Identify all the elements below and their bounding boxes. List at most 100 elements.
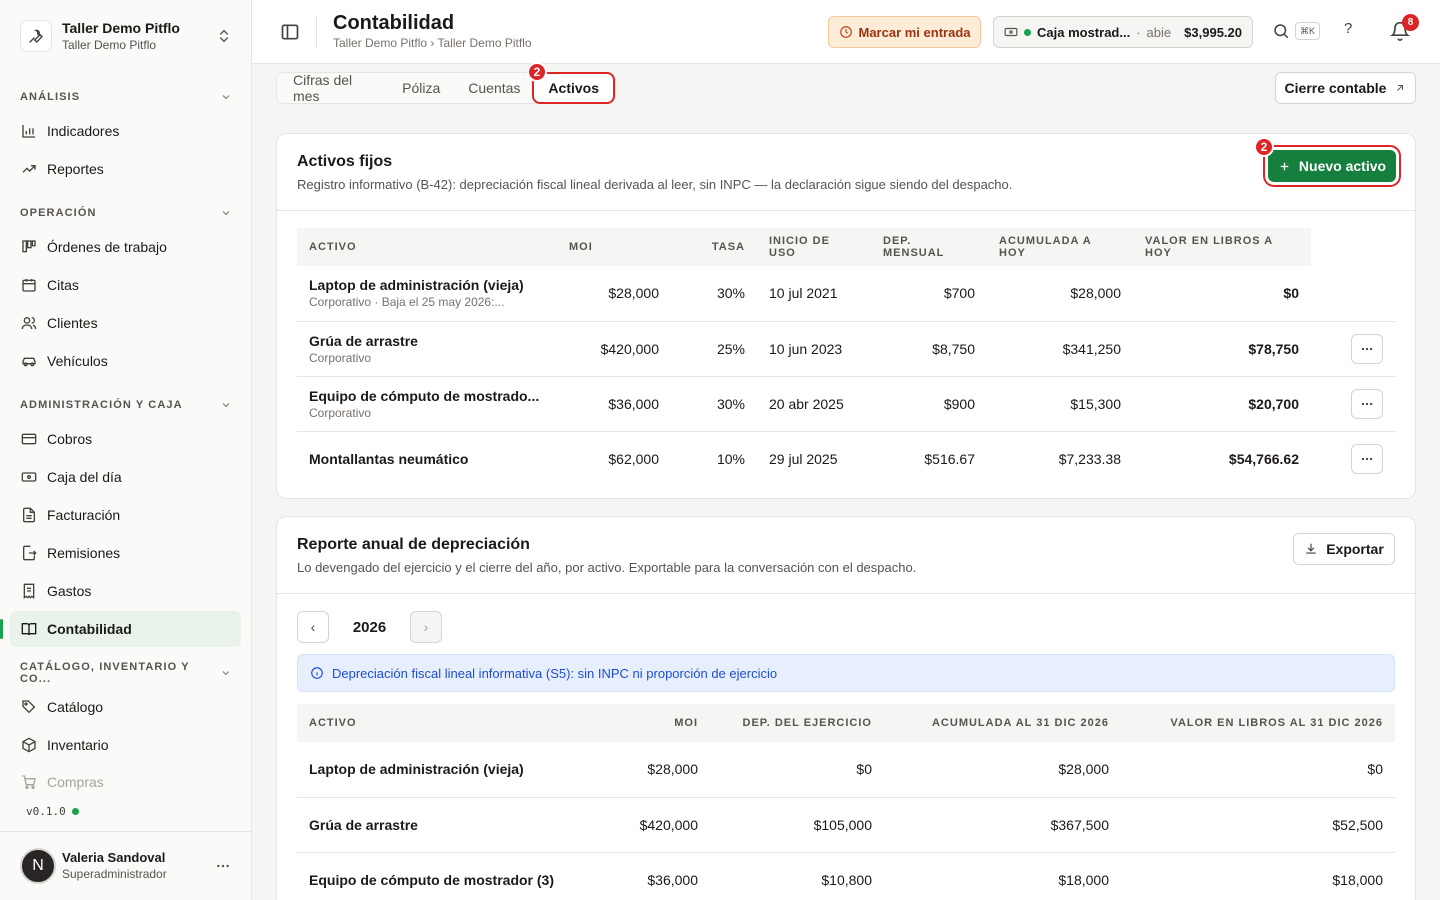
sidebar-item-gastos[interactable]: Gastos <box>10 573 241 609</box>
year-navigator: ‹ 2026 › <box>297 611 442 643</box>
notification-badge: 8 <box>1402 14 1419 31</box>
section-administracion[interactable]: ADMINISTRACIÓN Y CAJA <box>20 397 232 413</box>
page-title: Contabilidad <box>333 12 455 34</box>
sidebar-item-inventario[interactable]: Inventario <box>10 727 241 763</box>
row-actions-button[interactable] <box>1351 443 1383 474</box>
sidebar-item-indicadores[interactable]: Indicadores <box>10 113 241 149</box>
sidebar-item-caja[interactable]: Caja del día <box>10 459 241 495</box>
banknote-icon <box>20 469 37 486</box>
tag-icon <box>20 699 37 716</box>
arrow-up-right-icon <box>1397 85 1404 91</box>
table-row[interactable]: Montallantas neumático $62,000 10% 29 ju… <box>297 431 1395 486</box>
status-dot <box>1024 28 1031 36</box>
status-dot <box>71 808 79 815</box>
workspace-sub: Taller Demo Pitflo <box>62 37 157 52</box>
user-menu[interactable]: N Valeria Sandoval Superadministrador <box>0 831 251 900</box>
avatar: N <box>20 848 56 884</box>
activos-fijos-card: Activos fijos Registro informativo (B-42… <box>276 133 1416 499</box>
sidebar: Taller Demo Pitflo Taller Demo Pitflo AN… <box>0 0 252 900</box>
help-icon[interactable]: ? <box>1344 20 1352 37</box>
chevron-down-icon <box>222 95 230 100</box>
sidebar-item-cobros[interactable]: Cobros <box>10 421 241 457</box>
workspace-switcher[interactable]: Taller Demo Pitflo Taller Demo Pitflo <box>10 10 242 62</box>
tab-activos[interactable]: Activos <box>532 72 615 104</box>
more-horizontal-icon <box>1361 347 1373 350</box>
sidebar-item-contabilidad[interactable]: Contabilidad <box>0 611 241 647</box>
chevron-down-icon <box>222 211 230 216</box>
table-row: Equipo de cómputo de mostrador (3) $36,0… <box>297 852 1395 900</box>
nuevo-activo-button[interactable]: Nuevo activo <box>1263 145 1401 187</box>
breadcrumb: Taller Demo Pitflo › Taller Demo Pitflo <box>333 36 532 50</box>
tab-cifras[interactable]: Cifras del mes <box>279 72 388 104</box>
sidebar-item-ordenes[interactable]: Órdenes de trabajo <box>10 229 241 265</box>
tab-bar: Cifras del mes Póliza Cuentas Activos <box>276 72 616 104</box>
header-divider <box>316 16 317 48</box>
top-header: Contabilidad Taller Demo Pitflo › Taller… <box>252 0 1440 64</box>
chevron-down-icon <box>222 671 230 676</box>
sidebar-item-citas[interactable]: Citas <box>10 267 241 303</box>
tab-poliza[interactable]: Póliza <box>388 74 454 102</box>
info-icon <box>311 667 323 679</box>
step-badge: 2 <box>1254 137 1274 157</box>
user-name: Valeria Sandoval <box>62 849 166 865</box>
table-header: ACTIVO MOI TASA INICIO DE USO DEP. MENSU… <box>297 228 1395 266</box>
more-horizontal-icon[interactable] <box>215 858 231 874</box>
table-row[interactable]: Equipo de cómputo de mostrado... Corporat… <box>297 376 1395 432</box>
chevrons-up-down-icon <box>220 29 228 43</box>
clock-icon <box>839 26 852 38</box>
car-icon <box>20 353 37 370</box>
credit-card-icon <box>20 431 37 448</box>
receipt-icon <box>20 583 37 600</box>
year-label: 2026 <box>352 618 387 636</box>
sidebar-item-compras[interactable]: Compras <box>10 765 241 799</box>
table-header: ACTIVO MOI DEP. DEL EJERCICIO ACUMULADA … <box>297 704 1395 742</box>
table-row[interactable]: Laptop de administración (vieja) Corporat… <box>297 266 1395 322</box>
clock-in-button[interactable]: Marcar mi entrada <box>828 16 981 48</box>
sidebar-item-reportes[interactable]: Reportes <box>10 151 241 187</box>
card-title: Activos fijos <box>297 153 393 170</box>
sidebar-item-remisiones[interactable]: Remisiones <box>10 535 241 571</box>
sidebar-item-vehiculos[interactable]: Vehículos <box>10 343 241 379</box>
download-icon <box>1306 543 1316 554</box>
card-title: Reporte anual de depreciación <box>297 536 530 553</box>
divider <box>277 210 1415 211</box>
row-actions-button[interactable] <box>1351 388 1383 419</box>
sidebar-item-facturacion[interactable]: Facturación <box>10 497 241 533</box>
table-row[interactable]: Grúa de arrastre Corporativo $420,000 25%… <box>297 321 1395 377</box>
card-description: Registro informativo (B-42): depreciació… <box>297 177 1013 192</box>
info-banner: Depreciación fiscal lineal informativa (… <box>297 654 1395 692</box>
more-horizontal-icon <box>1361 457 1373 460</box>
table-row: Laptop de administración (vieja) $28,000… <box>297 742 1395 798</box>
reporte-table: ACTIVO MOI DEP. DEL EJERCICIO ACUMULADA … <box>297 704 1395 900</box>
table-row: Grúa de arrastre $420,000 $105,000 $367,… <box>297 797 1395 853</box>
section-analisis[interactable]: ANÁLISIS <box>20 89 232 105</box>
file-export-icon <box>20 545 37 562</box>
tab-cuentas[interactable]: Cuentas <box>454 74 534 102</box>
activos-table: ACTIVO MOI TASA INICIO DE USO DEP. MENSU… <box>297 228 1395 486</box>
search-shortcut: ⌘K <box>1295 22 1320 40</box>
calendar-icon <box>20 277 37 294</box>
sidebar-item-clientes[interactable]: Clientes <box>10 305 241 341</box>
trending-up-icon <box>20 161 37 178</box>
sidebar-toggle-icon[interactable] <box>280 22 300 42</box>
cierre-contable-button[interactable]: Cierre contable <box>1275 72 1416 104</box>
step-badge: 2 <box>527 62 547 82</box>
cart-icon <box>20 774 37 791</box>
exportar-button[interactable]: Exportar <box>1293 533 1395 565</box>
section-operacion[interactable]: OPERACIÓN <box>20 205 232 221</box>
book-icon <box>20 621 37 638</box>
divider <box>277 593 1415 594</box>
cash-register-selector[interactable]: Caja mostrad... · abie $3,995.20 <box>993 16 1253 48</box>
next-year-button[interactable]: › <box>410 611 442 643</box>
search-icon[interactable] <box>1272 22 1290 40</box>
prev-year-button[interactable]: ‹ <box>297 611 329 643</box>
reporte-anual-card: Reporte anual de depreciación Lo devenga… <box>276 516 1416 900</box>
sidebar-item-catalogo[interactable]: Catálogo <box>10 689 241 725</box>
file-icon <box>20 507 37 524</box>
section-catalogo[interactable]: CATÁLOGO, INVENTARIO Y CO... <box>20 661 232 685</box>
bar-chart-icon <box>20 123 37 140</box>
users-icon <box>20 315 37 332</box>
user-role: Superadministrador <box>62 866 167 881</box>
app-version: v0.1.0 <box>26 805 79 818</box>
row-actions-button[interactable] <box>1351 333 1383 364</box>
